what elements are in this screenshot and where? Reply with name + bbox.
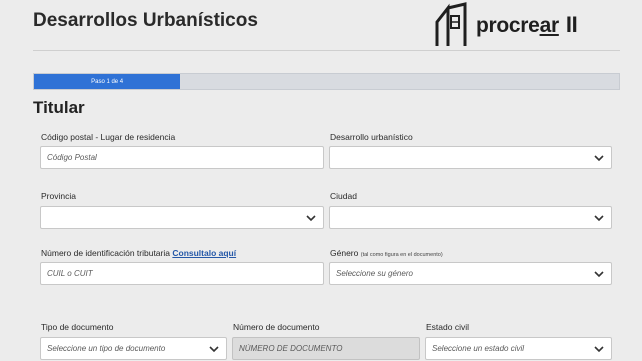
logo-text: procrear II bbox=[476, 12, 578, 38]
chevron-down-icon bbox=[594, 270, 604, 277]
genero-select[interactable]: Seleccione su género bbox=[329, 262, 612, 285]
chevron-down-icon bbox=[594, 214, 604, 221]
chevron-down-icon bbox=[594, 345, 604, 352]
num-doc-label: Número de documento bbox=[233, 322, 320, 332]
genero-label-text: Género bbox=[330, 248, 359, 258]
desarrollo-select[interactable] bbox=[329, 146, 612, 169]
chevron-down-icon bbox=[209, 345, 219, 352]
estado-civil-select[interactable]: Seleccione un estado civil bbox=[425, 337, 612, 360]
codigo-postal-input[interactable]: Código Postal bbox=[40, 146, 324, 169]
consultalo-link[interactable]: Consultalo aquí bbox=[172, 248, 236, 258]
procrear-logo: procrear II bbox=[434, 2, 578, 48]
cuit-label-text: Número de identificación tributaria bbox=[41, 248, 170, 258]
cuit-input[interactable]: CUIL o CUIT bbox=[40, 262, 324, 285]
estado-civil-label: Estado civil bbox=[426, 322, 469, 332]
codigo-postal-placeholder: Código Postal bbox=[47, 153, 97, 162]
num-doc-placeholder: NÚMERO DE DOCUMENTO bbox=[239, 344, 343, 353]
tipo-doc-label: Tipo de documento bbox=[41, 322, 114, 332]
tipo-doc-value: Seleccione un tipo de documento bbox=[47, 344, 166, 353]
logo-word: procre bbox=[476, 14, 540, 37]
estado-civil-value: Seleccione un estado civil bbox=[432, 344, 525, 353]
page-header-title: Desarrollos Urbanísticos bbox=[33, 10, 258, 31]
cuit-label: Número de identificación tributaria Cons… bbox=[41, 248, 236, 258]
genero-value: Seleccione su género bbox=[336, 269, 413, 278]
progress-bar: Paso 1 de 4 bbox=[33, 73, 620, 90]
ciudad-select[interactable] bbox=[329, 206, 612, 229]
logo-word-underlined: ar bbox=[539, 14, 560, 37]
provincia-label: Provincia bbox=[41, 191, 76, 201]
tipo-doc-select[interactable]: Seleccione un tipo de documento bbox=[40, 337, 227, 360]
progress-label: Paso 1 de 4 bbox=[91, 78, 124, 85]
genero-label: Género (tal como figura en el documento) bbox=[330, 248, 443, 258]
genero-note: (tal como figura en el documento) bbox=[360, 252, 443, 258]
progress-fill: Paso 1 de 4 bbox=[34, 74, 181, 89]
codigo-postal-label: Código postal - Lugar de residencia bbox=[41, 132, 176, 142]
header-divider bbox=[33, 50, 620, 51]
ciudad-label: Ciudad bbox=[330, 191, 357, 201]
section-title: Titular bbox=[33, 98, 85, 117]
house-outline-icon bbox=[435, 2, 467, 46]
chevron-down-icon bbox=[306, 214, 316, 221]
num-doc-input[interactable]: NÚMERO DE DOCUMENTO bbox=[232, 337, 420, 360]
provincia-select[interactable] bbox=[40, 206, 324, 229]
chevron-down-icon bbox=[594, 154, 604, 161]
desarrollo-label: Desarrollo urbanístico bbox=[330, 132, 413, 142]
logo-roman: II bbox=[565, 12, 578, 37]
cuit-placeholder: CUIL o CUIT bbox=[47, 269, 93, 278]
